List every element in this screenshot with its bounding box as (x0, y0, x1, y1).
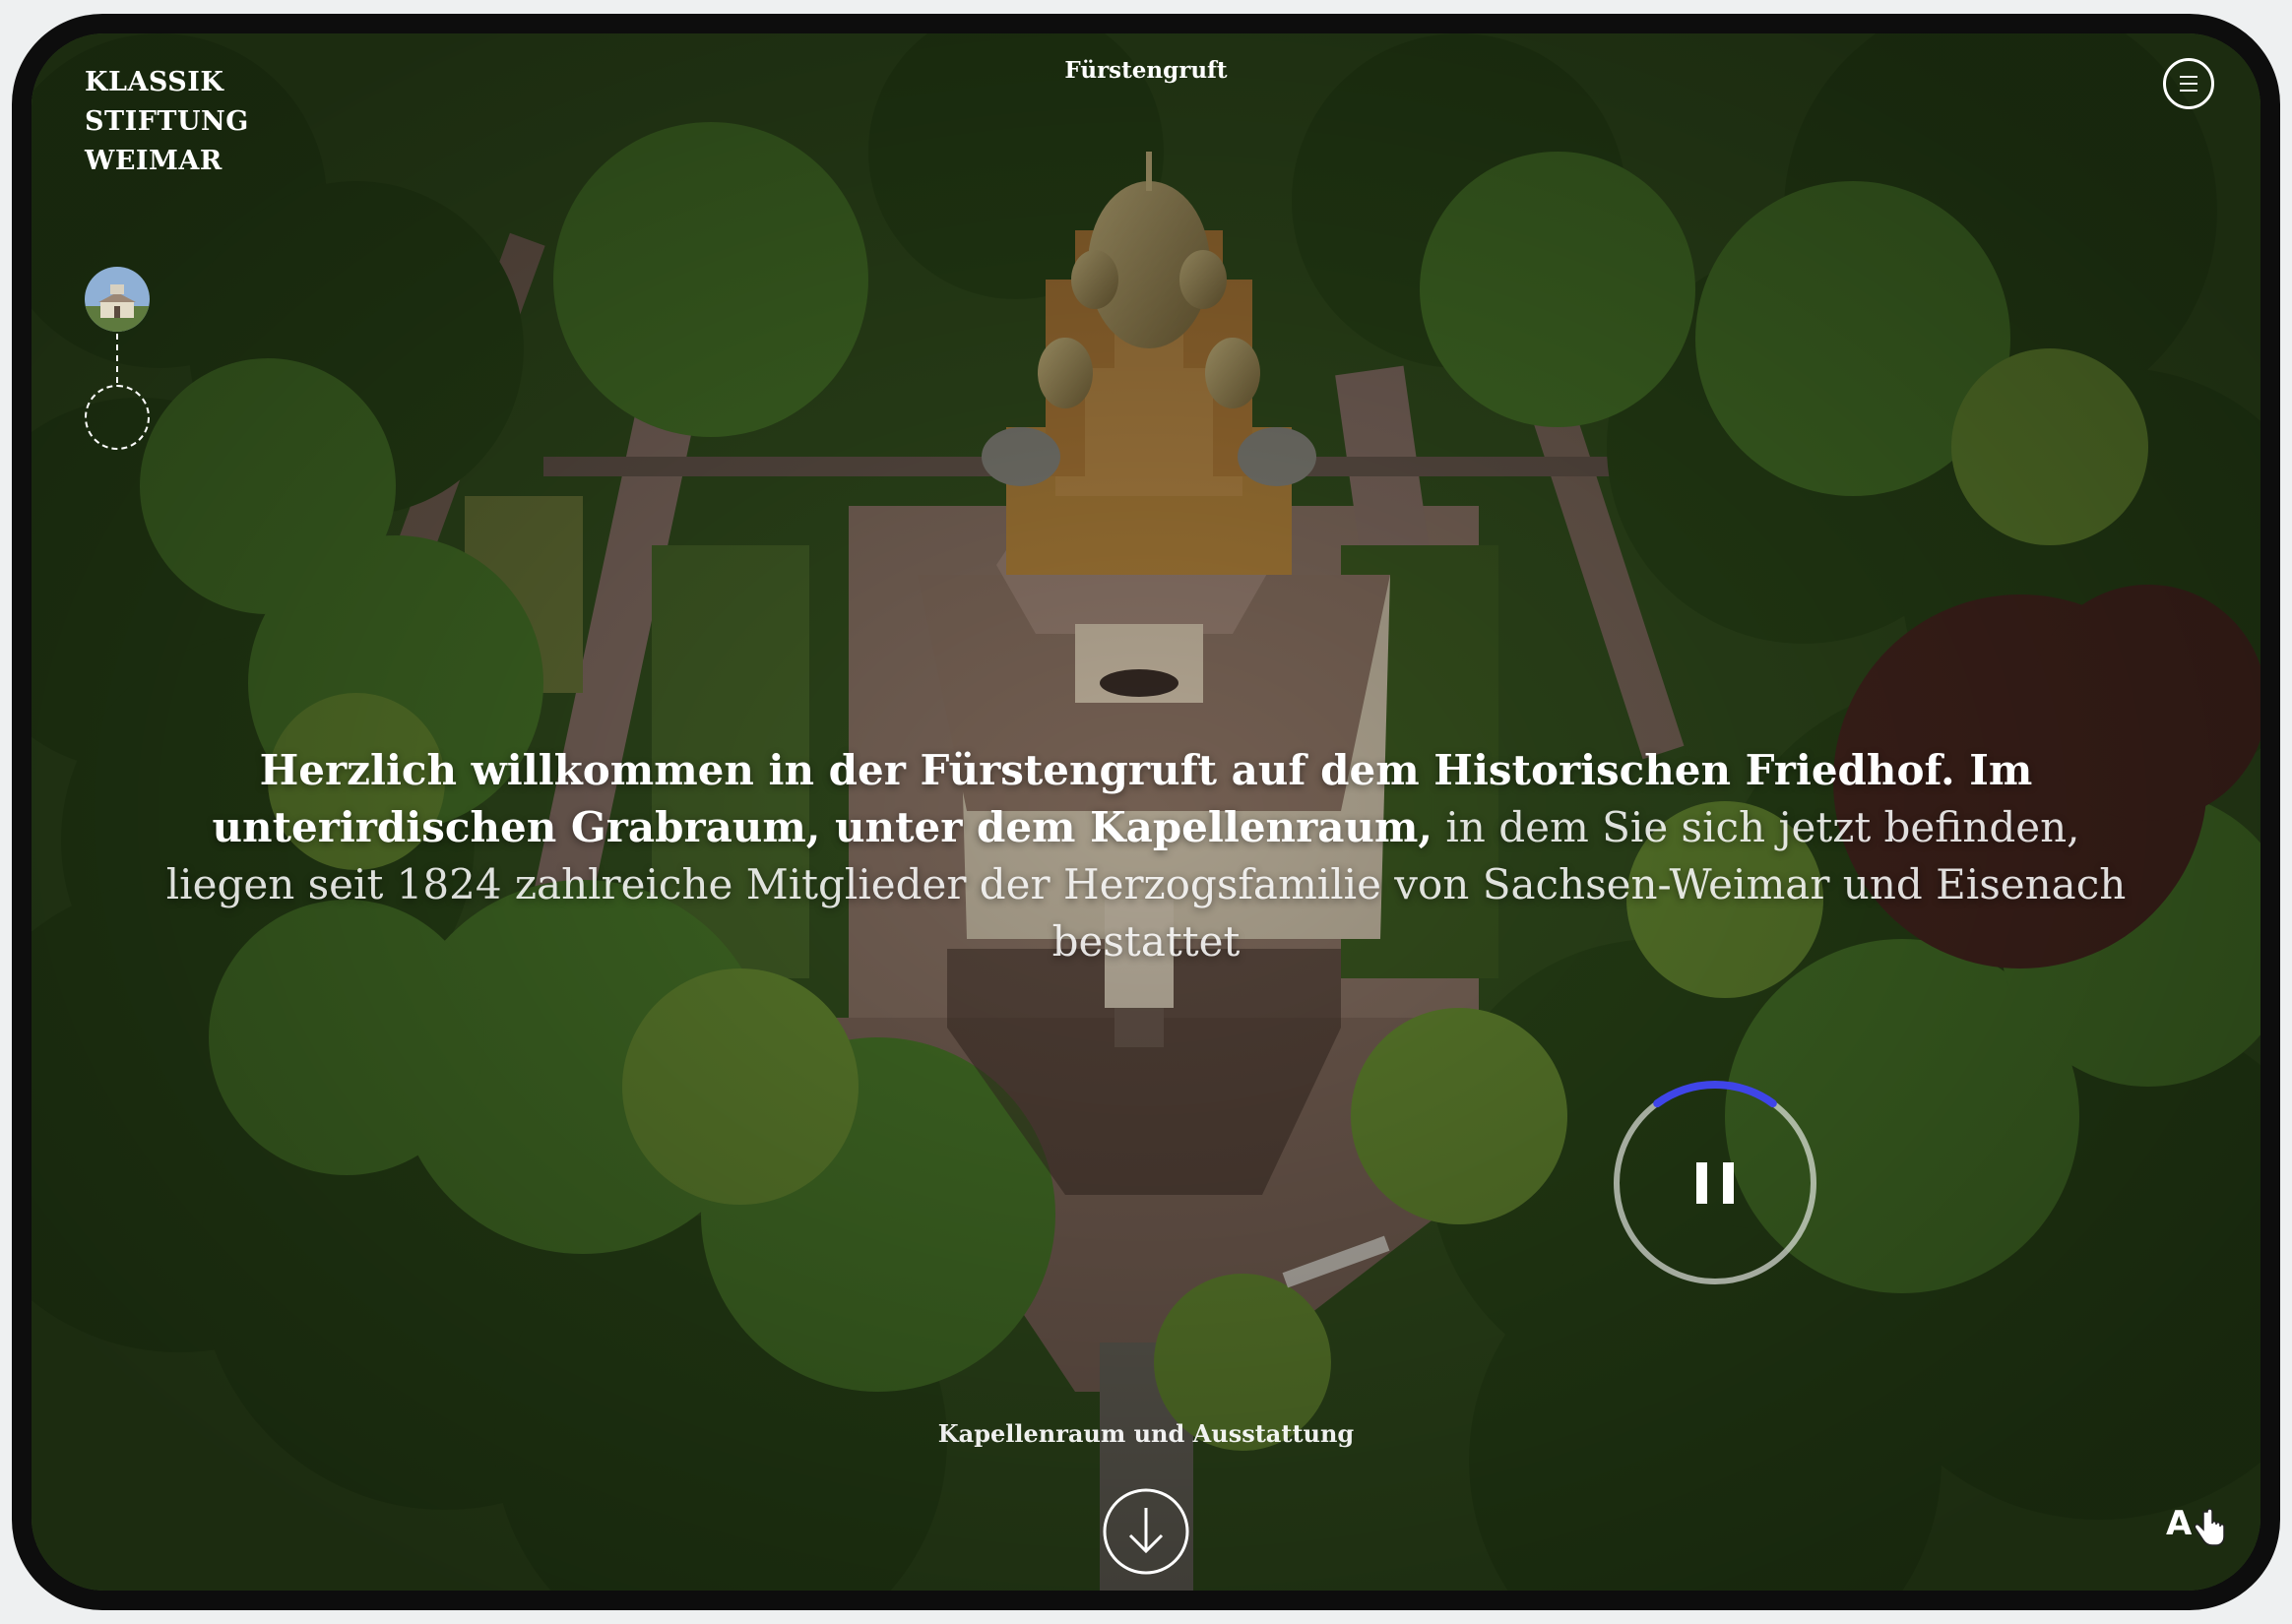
progress-connector (116, 334, 118, 383)
tablet-frame: KLASSIK STIFTUNG WEIMAR Fürstengruft Her… (12, 14, 2280, 1610)
pause-icon (1696, 1162, 1734, 1204)
scroll-down-button[interactable] (1101, 1486, 1191, 1577)
mausoleum-thumbnail[interactable] (85, 267, 150, 332)
next-station-marker[interactable] (85, 385, 150, 450)
audio-progress-ring (1653, 1081, 1777, 1108)
narration-caption: Herzlich willkommen in der Fürstengruft … (150, 742, 2142, 970)
brand-line-3: WEIMAR (85, 146, 223, 176)
accessibility-button[interactable]: A (2162, 1500, 2231, 1551)
accessibility-label: A (2166, 1504, 2193, 1543)
page-title: Fürstengruft (1064, 57, 1228, 84)
screen: KLASSIK STIFTUNG WEIMAR Fürstengruft Her… (32, 33, 2260, 1591)
menu-button[interactable] (2163, 58, 2214, 109)
arrow-down-icon (1103, 1488, 1189, 1575)
audio-pause-button[interactable] (1602, 1070, 1828, 1296)
brand-line-2: STIFTUNG (85, 106, 249, 137)
next-chapter-label[interactable]: Kapellenraum und Ausstattung (32, 1419, 2260, 1448)
hand-pointer-icon (2194, 1508, 2225, 1546)
station-progress (85, 267, 150, 464)
